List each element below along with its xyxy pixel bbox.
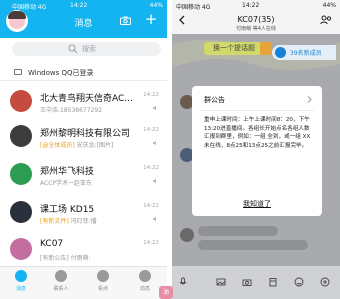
more-icon[interactable] (320, 277, 330, 287)
new-members-text: 39名新成员 (290, 50, 322, 57)
group-subtitle: 付雨萌 等4人在线 (236, 26, 276, 32)
tab-contacts[interactable]: 联系人 (46, 270, 76, 298)
chat-time: 14:22 (143, 240, 159, 246)
mute-icon (153, 140, 156, 146)
tab-messages[interactable]: 消息 (6, 270, 36, 298)
chat-time: 14:22 (143, 127, 159, 133)
tab-label: 动态 (139, 286, 150, 292)
chat-name: KC07 (40, 239, 64, 249)
bottom-tab-bar: 消息 联系人 看点 动态 (0, 266, 167, 299)
chat-name: 郑州黎明科技有限公司 (40, 129, 131, 139)
windows-login-banner[interactable]: Windows QQ已登录 (0, 64, 167, 81)
dialog-divider (200, 110, 314, 111)
search-input[interactable]: 搜索 (12, 42, 161, 56)
chevron-right-icon[interactable] (307, 96, 312, 103)
chat-tag: [有新文件] (40, 218, 69, 225)
clock: 14:22 (242, 2, 260, 9)
status-bar: 中国移动 4G 14:22 44% (172, 1, 340, 11)
contacts-icon (55, 270, 67, 282)
chat-tag: [@全体成员] (40, 142, 75, 149)
image-icon[interactable] (216, 277, 226, 287)
change-topic-button[interactable]: 换一个提话题 (204, 42, 264, 55)
red-packet-icon[interactable] (268, 277, 278, 287)
chat-row[interactable]: KC07 14:22 [有新公告] 付雨萌: (0, 231, 167, 269)
chat-preview: 王中浩:18538677292 (40, 105, 102, 114)
chat-row[interactable]: 课工场 KD15 14:22 [有新文件] 冯玎菲:播 (0, 194, 167, 232)
chat-preview-text: 冯玎菲:播 (68, 218, 97, 225)
announcement-dialog: 群公告 重申上课时间：上午上课时间8：20，下午13:20进直播间。各组长开始点… (192, 86, 322, 216)
tab-label: 联系人 (53, 286, 69, 292)
chat-name: 北大青鸟翔天信奇AC... (40, 94, 133, 104)
chat-avatar (10, 90, 32, 112)
battery-label: 44% (149, 2, 163, 9)
member-avatar[interactable] (180, 228, 194, 242)
clock: 14:22 (70, 2, 88, 9)
chat-preview: [@全体成员] 安庆龙:[图片] (40, 140, 113, 149)
eye-icon (97, 270, 109, 282)
chat-preview: ACCP学术一赵亚东 (40, 178, 92, 187)
chat-preview-text: 安庆龙:[图片] (74, 142, 114, 149)
chat-header: 中国移动 4G 14:22 44% KC07(35) 付雨萌 等4人在线 (172, 0, 340, 34)
chat-time: 14:22 (143, 165, 159, 171)
message-header: 中国移动 4G 14:22 44% 消息 + (0, 0, 167, 38)
chat-row[interactable]: 郑州黎明科技有限公司 14:22 [@全体成员] 安庆龙:[图片] (0, 118, 167, 156)
qq-message-list-screen: 中国移动 4G 14:22 44% 消息 + 搜索 Windows QQ已登录 … (0, 0, 167, 299)
microphone-icon[interactable] (178, 277, 188, 287)
chat-preview: [有新文件] 冯玎菲:播 (40, 216, 97, 225)
tab-label: 消息 (15, 286, 26, 292)
message-icon (15, 270, 27, 282)
page-title: 消息 (74, 19, 93, 29)
monitor-icon (14, 69, 22, 75)
search-placeholder: 搜索 (82, 45, 96, 53)
chat-preview: [有新公告] 付雨萌: (40, 253, 91, 262)
mute-icon (153, 216, 156, 222)
mute-icon (153, 105, 156, 111)
camera-icon[interactable] (120, 16, 131, 25)
chat-row[interactable]: 郑州华飞科技 14:22 ACCP学术一赵亚东 (0, 156, 167, 194)
chat-time: 14:22 (143, 92, 159, 98)
members-icon (275, 47, 286, 58)
announcement-body: 重申上课时间：上午上课时间8：20，下午13:20进直播间。各组长开始点名各组人… (204, 117, 311, 149)
chat-name: 课工场 KD15 (40, 205, 95, 215)
tab-feeds[interactable]: 动态 (130, 270, 160, 298)
battery-label: 44% (322, 2, 336, 9)
chat-avatar (10, 238, 32, 260)
group-chat-screen: 中国移动 4G 14:22 44% KC07(35) 付雨萌 等4人在线 换一个… (172, 0, 340, 299)
status-bar: 中国移动 4G 14:22 44% (0, 1, 167, 11)
group-menu-icon[interactable] (320, 15, 332, 25)
watermark-badge: 油 (159, 286, 173, 299)
tab-discover[interactable]: 看点 (88, 270, 118, 298)
star-icon (139, 270, 151, 282)
topic-badge (260, 42, 272, 55)
group-title: KC07(35) (237, 15, 275, 24)
chat-time: 14:22 (143, 203, 159, 209)
chat-preview-text: ACCP学术一赵亚东 (40, 180, 92, 187)
search-icon (68, 44, 78, 54)
acknowledge-button[interactable]: 我知道了 (192, 199, 322, 209)
carrier-label: 中国移动 4G (176, 4, 211, 11)
chat-avatar (10, 125, 32, 147)
tab-label: 看点 (97, 286, 108, 292)
chat-input-toolbar (172, 266, 340, 299)
mute-icon (153, 178, 156, 184)
emoji-icon[interactable] (294, 277, 304, 287)
message-bubble (198, 226, 278, 236)
chat-avatar (10, 163, 32, 185)
chat-avatar (10, 201, 32, 223)
windows-login-text: Windows QQ已登录 (28, 69, 94, 77)
new-members-pill[interactable]: 39名新成员 (272, 45, 336, 60)
chat-name: 郑州华飞科技 (40, 167, 95, 177)
add-icon[interactable]: + (144, 12, 158, 27)
chat-row[interactable]: 北大青鸟翔天信奇AC... 14:22 王中浩:18538677292 (0, 83, 167, 121)
chat-preview-text: 王中浩:18538677292 (40, 107, 103, 114)
camera-icon[interactable] (242, 277, 252, 287)
message-bubble (198, 240, 308, 250)
announcement-title: 群公告 (204, 96, 225, 104)
chat-preview-text: [有新公告] 付雨萌: (40, 255, 91, 262)
